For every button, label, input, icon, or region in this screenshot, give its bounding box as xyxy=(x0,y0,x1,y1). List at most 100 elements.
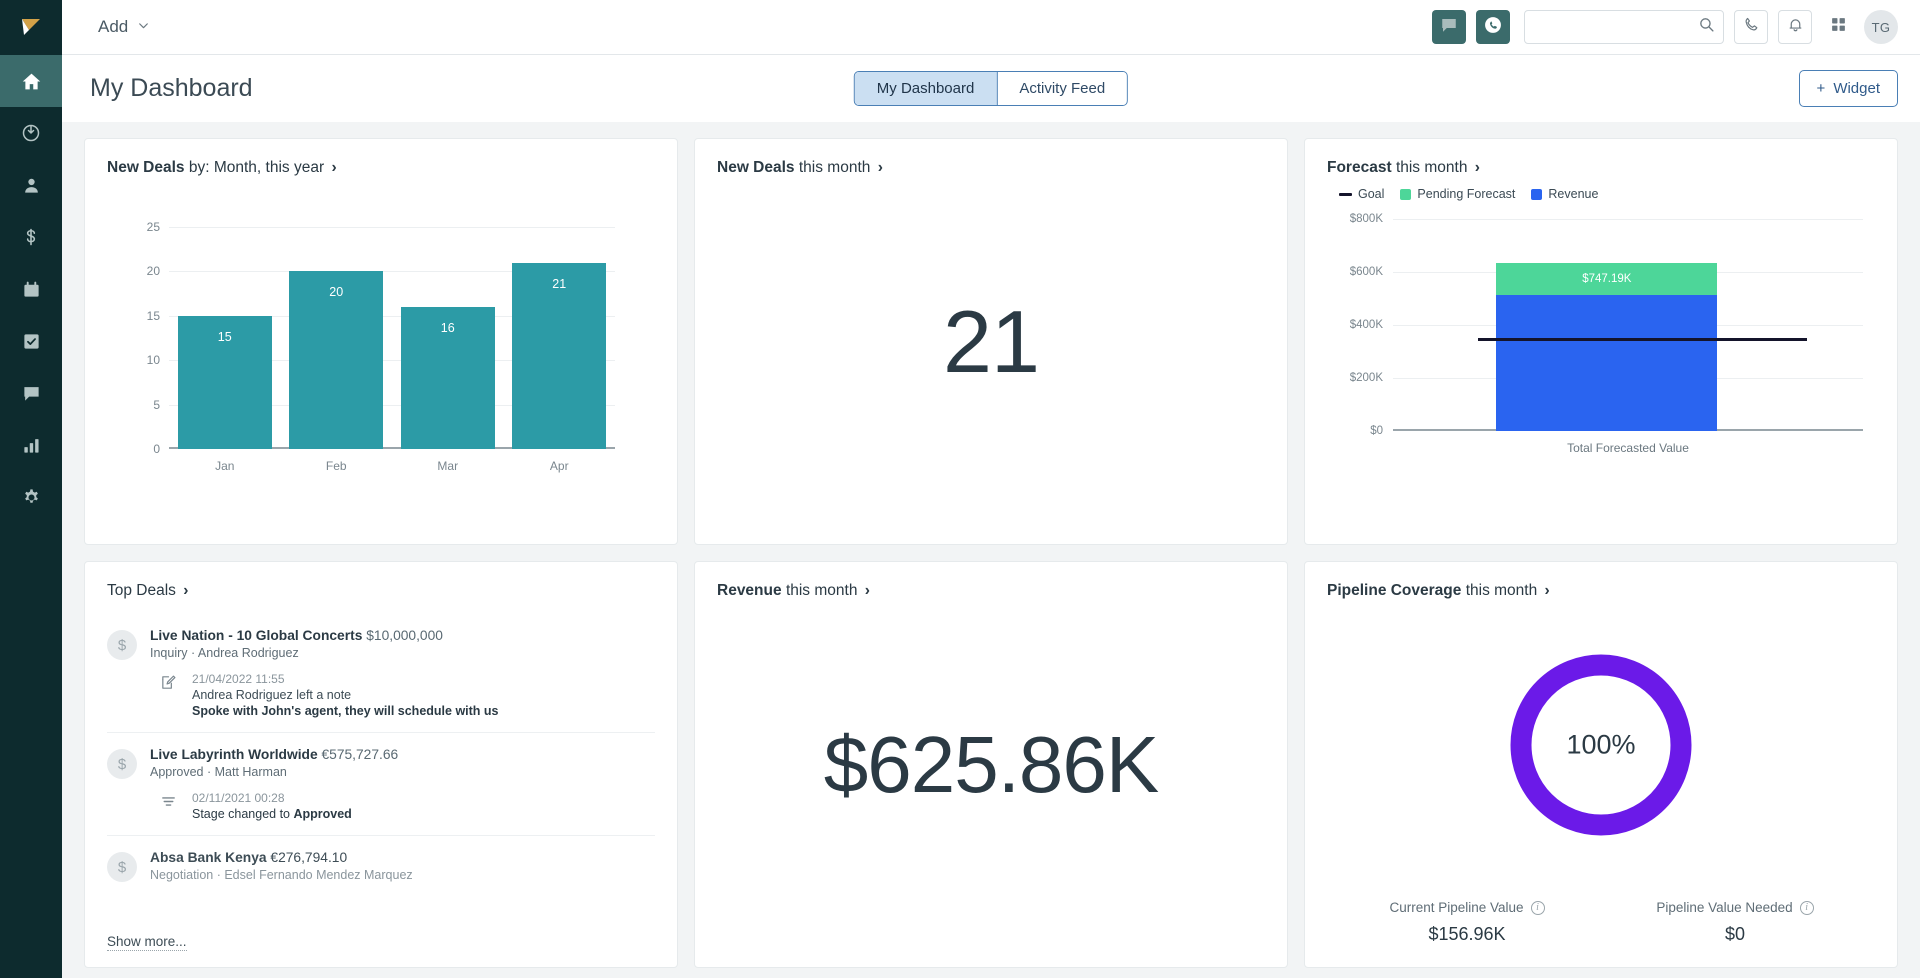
sidebar-item-calendar[interactable] xyxy=(0,263,62,315)
x-label-jan: Jan xyxy=(215,459,235,473)
search-input[interactable] xyxy=(1536,19,1698,35)
list-item[interactable]: $ Live Nation - 10 Global Concerts $10,0… xyxy=(107,614,655,732)
add-widget-button[interactable]: + Widget xyxy=(1798,70,1898,107)
page-header: My Dashboard My Dashboard Activity Feed … xyxy=(62,55,1920,122)
deal-headline: Live Nation - 10 Global Concerts $10,000… xyxy=(150,628,655,643)
widget-title[interactable]: Forecast this month › xyxy=(1327,159,1875,177)
plus-icon: + xyxy=(1816,80,1826,97)
forecast-stacked-bar[interactable]: $747.19K xyxy=(1496,263,1718,431)
search-box[interactable] xyxy=(1524,10,1724,44)
search-icon[interactable] xyxy=(1698,16,1715,38)
sidebar-item-reports[interactable] xyxy=(0,419,62,471)
widget-new-deals-count: New Deals this month › 21 xyxy=(694,138,1288,545)
legend-swatch-icon xyxy=(1531,188,1543,200)
bar-chart-x-labels: Jan Feb Mar Apr xyxy=(169,459,615,473)
widget-title-sub: this month xyxy=(785,582,858,599)
list-item[interactable]: $ Absa Bank Kenya €276,794.10 Negotiatio… xyxy=(107,835,655,896)
bar-feb[interactable]: 20 xyxy=(289,271,384,449)
bar-chart-plot: 25 20 15 10 5 0 15 20 16 21 xyxy=(147,220,615,456)
donut-center-label: 100% xyxy=(1566,729,1636,759)
sidebar-item-deals[interactable] xyxy=(0,211,62,263)
pipeline-current-label: Current Pipeline Value xyxy=(1389,900,1524,915)
whatsapp-button[interactable] xyxy=(1476,10,1510,44)
forecast-segment-revenue[interactable] xyxy=(1496,295,1718,431)
y-tick-10: 10 xyxy=(146,353,160,368)
add-widget-label: Widget xyxy=(1833,80,1880,97)
widget-title[interactable]: Top Deals › xyxy=(107,582,655,600)
y-tick-25: 25 xyxy=(146,220,160,234)
legend-item-revenue[interactable]: Revenue xyxy=(1531,187,1598,201)
add-button[interactable]: Add xyxy=(90,11,158,43)
note-body: 02/11/2021 00:28 Stage changed to Approv… xyxy=(192,791,352,821)
y-tick-0: $0 xyxy=(1370,425,1383,437)
pipeline-needed-value: $0 xyxy=(1724,924,1746,944)
sidebar-item-activity[interactable] xyxy=(0,107,62,159)
pipeline-needed-label-row: Pipeline Value Needed i xyxy=(1601,900,1869,915)
forecast-segment-pending[interactable]: $747.19K xyxy=(1496,263,1718,295)
widget-title-sub: by: Month, this year xyxy=(188,159,325,176)
activity-power-icon xyxy=(21,123,41,143)
widget-title[interactable]: New Deals this month › xyxy=(717,159,1265,177)
tab-activity-feed[interactable]: Activity Feed xyxy=(996,72,1128,105)
bar-jan[interactable]: 15 xyxy=(177,315,272,449)
dollar-icon: $ xyxy=(107,630,137,660)
stage-change-icon xyxy=(160,793,180,821)
checkbox-icon xyxy=(22,332,41,351)
add-button-label: Add xyxy=(98,17,129,36)
pipeline-needed: Pipeline Value Needed i $0 xyxy=(1601,900,1869,945)
widget-title-bold: New Deals xyxy=(717,159,795,176)
sidebar xyxy=(0,0,62,978)
phone-button[interactable] xyxy=(1734,10,1768,44)
dollar-icon xyxy=(21,227,41,247)
sidebar-item-contacts[interactable] xyxy=(0,159,62,211)
widget-title[interactable]: Pipeline Coverage this month › xyxy=(1327,582,1875,600)
list-item[interactable]: $ Live Labyrinth Worldwide €575,727.66 A… xyxy=(107,732,655,835)
grid-apps-icon xyxy=(1830,16,1847,38)
chat-button[interactable] xyxy=(1432,10,1466,44)
home-icon xyxy=(21,71,42,92)
show-more-link[interactable]: Show more... xyxy=(107,934,187,951)
gear-icon xyxy=(22,488,41,507)
sidebar-item-settings[interactable] xyxy=(0,471,62,523)
deal-stage: Inquiry · Andrea Rodriguez xyxy=(150,646,299,660)
bar-value-feb: 20 xyxy=(329,285,344,300)
chat-bubble-icon xyxy=(1440,16,1458,39)
widget-title-sub: this month xyxy=(1395,159,1468,176)
notifications-button[interactable] xyxy=(1778,10,1812,44)
avatar[interactable]: TG xyxy=(1864,10,1898,44)
note-text: Spoke with John's agent, they will sched… xyxy=(192,704,499,718)
y-tick-600k: $600K xyxy=(1349,266,1383,278)
chevron-right-icon: › xyxy=(877,159,883,176)
widget-title-bold: New Deals xyxy=(107,159,185,176)
dashboard-grid: New Deals by: Month, this year › 25 20 1… xyxy=(62,122,1920,978)
info-icon[interactable]: i xyxy=(1799,900,1814,915)
forecast-total-label: $747.19K xyxy=(1582,273,1632,285)
sidebar-item-home[interactable] xyxy=(0,55,62,107)
bar-mar[interactable]: 16 xyxy=(400,306,495,449)
pipeline-donut-chart[interactable]: 100% xyxy=(1505,649,1697,841)
info-icon[interactable]: i xyxy=(1530,900,1545,915)
tab-my-dashboard[interactable]: My Dashboard xyxy=(854,72,997,105)
calendar-icon xyxy=(22,280,41,299)
avatar-initials: TG xyxy=(1871,19,1891,35)
top-deals-list: $ Live Nation - 10 Global Concerts $10,0… xyxy=(107,614,655,896)
bar-chart-bars: 15 20 16 21 xyxy=(169,227,615,449)
widget-title-sub: this month xyxy=(798,159,871,176)
legend-item-goal[interactable]: Goal xyxy=(1339,187,1384,201)
legend-item-pending-forecast[interactable]: Pending Forecast xyxy=(1400,187,1515,201)
deal-amount: $10,000,000 xyxy=(366,628,443,643)
bar-chart-icon xyxy=(22,436,41,455)
apps-button[interactable] xyxy=(1822,11,1854,43)
bar-apr[interactable]: 21 xyxy=(512,262,607,449)
bar-chart: 25 20 15 10 5 0 15 20 16 21 Jan Feb Mar … xyxy=(127,199,645,479)
app-logo[interactable] xyxy=(0,0,62,55)
widget-new-deals-chart: New Deals by: Month, this year › 25 20 1… xyxy=(84,138,678,545)
top-bar: Add TG xyxy=(62,0,1920,55)
sidebar-item-messages[interactable] xyxy=(0,367,62,419)
chevron-right-icon: › xyxy=(1474,159,1480,176)
sidebar-item-tasks[interactable] xyxy=(0,315,62,367)
widget-title-bold: Pipeline Coverage xyxy=(1327,582,1462,599)
widget-title[interactable]: Revenue this month › xyxy=(717,582,1265,600)
pipeline-needed-label: Pipeline Value Needed xyxy=(1656,900,1793,915)
widget-title[interactable]: New Deals by: Month, this year › xyxy=(107,159,655,177)
